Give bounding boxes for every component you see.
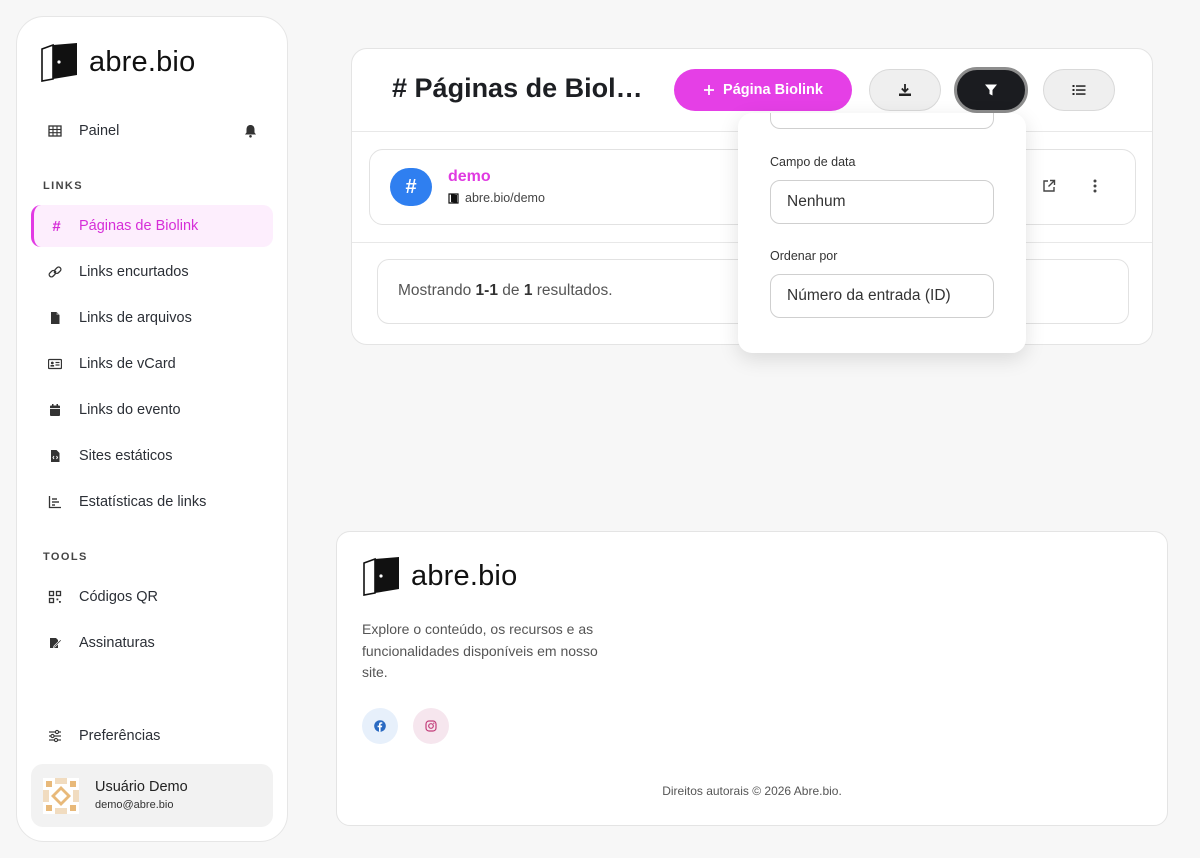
filter-icon [985,84,997,96]
sidebar-item-label: Painel [79,123,120,139]
footer-description: Explore o conteúdo, os recursos e as fun… [362,621,598,680]
file-icon [31,311,79,325]
sidebar-item-qr-codes[interactable]: Códigos QR [31,576,273,618]
footer-copyright: Direitos autorais © 2026 Abre.bio. [662,784,842,798]
sidebar-item-label: Assinaturas [79,635,155,651]
add-button-label: Página Biolink [723,82,823,98]
chart-icon [31,495,79,509]
user-email: demo@abre.bio [95,799,174,811]
brand-name: abre.bio [89,45,196,78]
results-text: Mostrando 1-1 de 1 resultados. [398,282,613,300]
section-links-heading: LINKS [43,180,83,192]
vcard-icon [31,357,79,371]
sidebar-item-label: Links de vCard [79,356,176,372]
section-tools-heading: TOOLS [43,551,88,563]
user-name: Usuário Demo [95,779,188,795]
plus-icon [704,85,715,95]
order-by-label: Ordenar por [770,249,838,263]
sidebar-item-preferences[interactable]: Preferências [31,715,273,757]
brand-logo[interactable]: abre.bio [39,41,195,83]
hash-icon: # [52,217,61,235]
footer-brand-name: abre.bio [411,559,518,592]
grid-icon [31,124,79,138]
biolink-badge: # [390,168,432,206]
results-of: de [502,282,520,299]
results-suffix: resultados. [536,282,613,299]
sidebar-item-label: Sites estáticos [79,448,173,464]
filter-button[interactable] [954,67,1028,113]
qr-icon [31,590,79,604]
sidebar-item-biolink-pages[interactable]: # Páginas de Biolink [31,205,273,247]
signature-icon [31,636,79,650]
sidebar-item-label: Preferências [79,728,161,744]
sidebar-item-file-links[interactable]: Links de arquivos [31,297,273,339]
sidebar-item-event-links[interactable]: Links do evento [31,389,273,431]
sidebar-item-signatures[interactable]: Assinaturas [31,622,273,664]
add-biolink-page-button[interactable]: Página Biolink [674,69,852,111]
footer: abre.bio Explore o conteúdo, os recursos… [336,531,1168,826]
avatar [43,778,79,814]
instagram-icon[interactable] [413,708,449,744]
sliders-icon [31,729,79,743]
results-range: 1-1 [475,282,498,299]
sidebar-item-dashboard[interactable]: Painel [31,110,273,152]
sidebar-item-label: Páginas de Biolink [79,218,199,234]
sidebar-item-label: Links de arquivos [79,310,192,326]
sidebar-item-label: Links do evento [79,402,181,418]
bell-icon[interactable] [244,124,257,142]
filter-field-partial[interactable] [770,113,994,129]
logo-door-icon [41,43,77,82]
external-link-icon[interactable] [1042,179,1056,198]
biolink-url-text: abre.bio/demo [465,191,545,205]
results-prefix: Mostrando [398,282,472,299]
sidebar-item-label: Códigos QR [79,589,158,605]
sidebar-item-short-links[interactable]: Links encurtados [31,251,273,293]
file-code-icon [31,449,79,463]
sidebar-item-label: Links encurtados [79,264,189,280]
sidebar-divider [31,705,273,715]
sidebar-item-vcard-links[interactable]: Links de vCard [31,343,273,385]
page-title: # Páginas de Biol… [392,73,643,104]
facebook-icon[interactable] [362,708,398,744]
list-view-button[interactable] [1043,69,1115,111]
biolink-url[interactable]: abre.bio/demo [448,191,545,205]
logo-door-icon [363,557,399,596]
date-field-label: Campo de data [770,155,856,169]
download-icon [899,84,911,96]
more-options-icon[interactable] [1092,179,1098,198]
sidebar: abre.bio Painel LINKS # Páginas de Bioli… [16,16,288,842]
user-card[interactable]: Usuário Demo demo@abre.bio [31,764,273,827]
date-field-select[interactable]: Nenhum [770,180,994,224]
biolink-title-link[interactable]: demo [448,168,491,186]
download-button[interactable] [869,69,941,111]
list-icon [1072,85,1086,95]
title-hash: # [392,73,408,103]
sidebar-item-link-stats[interactable]: Estatísticas de links [31,481,273,523]
title-text: Páginas de Biol… [414,73,643,103]
results-total: 1 [523,282,533,299]
calendar-icon [31,403,79,417]
link-icon [31,265,79,279]
filter-dropdown: Campo de data Nenhum Ordenar por Número … [738,113,1026,353]
sidebar-item-static-sites[interactable]: Sites estáticos [31,435,273,477]
door-icon [448,192,459,204]
order-by-select[interactable]: Número da entrada (ID) [770,274,994,318]
footer-logo[interactable]: abre.bio [361,555,517,597]
sidebar-item-label: Estatísticas de links [79,494,207,510]
